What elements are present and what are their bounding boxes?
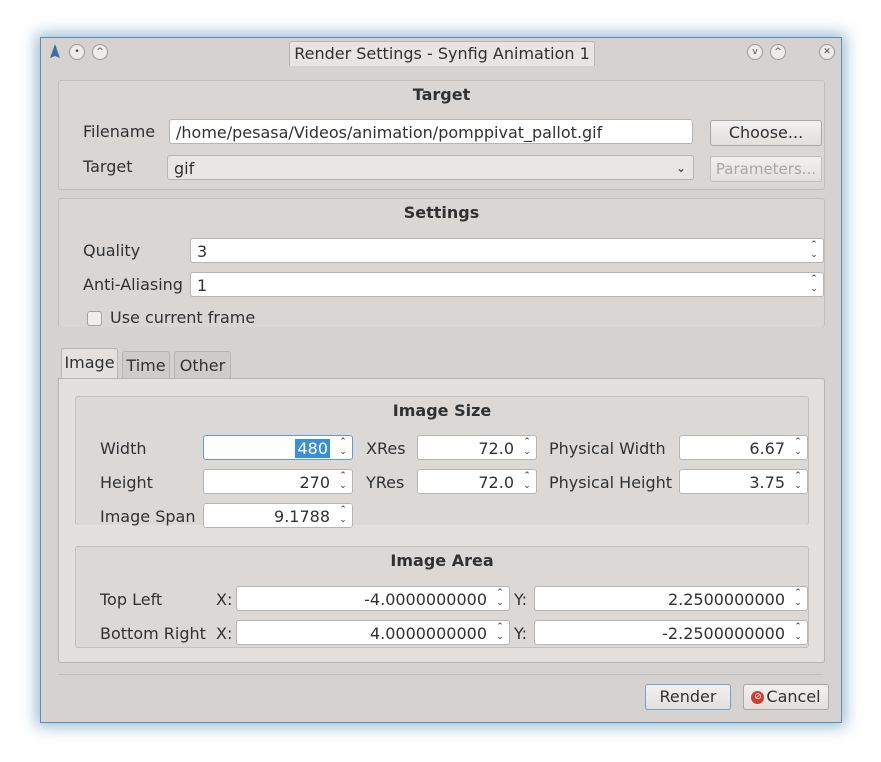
width-spinbox[interactable]: 480 ⌃ ⌄ — [203, 435, 353, 460]
window-title: Render Settings - Synfig Animation 1 — [289, 41, 595, 66]
spin-arrows-icon[interactable]: ⌃ ⌄ — [522, 437, 532, 459]
spin-arrows-icon[interactable]: ⌃ ⌄ — [338, 471, 348, 493]
spin-arrows-icon[interactable]: ⌃ ⌄ — [522, 471, 532, 493]
spin-arrows-icon[interactable]: ⌃ ⌄ — [793, 471, 803, 493]
yres-value: 72.0 — [478, 473, 514, 492]
footer-divider — [58, 674, 823, 675]
phys-width-spinbox[interactable]: 6.67 ⌃ ⌄ — [679, 435, 808, 460]
spin-arrows-icon[interactable]: ⌃ ⌄ — [809, 274, 819, 296]
settings-section-title: Settings — [403, 203, 480, 222]
top-left-y-value: 2.2500000000 — [667, 590, 785, 609]
spin-arrows-icon[interactable]: ⌃ ⌄ — [338, 505, 348, 527]
render-settings-dialog: • ^ Render Settings - Synfig Animation 1… — [40, 37, 842, 723]
top-left-x-label: X: — [216, 590, 233, 609]
tab-content: Image Size Width 480 ⌃ ⌄ XRes 72.0 ⌃ ⌄ Phy… — [58, 378, 825, 663]
image-area-panel: Image Area Top Left X: -4.0000000000 ⌃ ⌄ … — [75, 546, 809, 648]
height-label: Height — [100, 473, 153, 492]
app-icon[interactable] — [49, 44, 61, 60]
tab-other[interactable]: Other — [174, 351, 231, 379]
phys-height-spinbox[interactable]: 3.75 ⌃ ⌄ — [679, 469, 808, 494]
yres-spinbox[interactable]: 72.0 ⌃ ⌄ — [417, 469, 537, 494]
bottom-right-y-spinbox[interactable]: -2.2500000000 ⌃ ⌄ — [534, 620, 808, 645]
phys-height-value: 3.75 — [749, 473, 785, 492]
spin-arrows-icon[interactable]: ⌃ ⌄ — [793, 588, 803, 610]
image-span-value: 9.1788 — [274, 507, 330, 526]
bottom-right-y-label: Y: — [514, 624, 528, 643]
filename-label: Filename — [83, 122, 155, 141]
bottom-right-x-spinbox[interactable]: 4.0000000000 ⌃ ⌄ — [236, 620, 510, 645]
image-span-label: Image Span — [100, 507, 196, 526]
phys-height-label: Physical Height — [549, 473, 673, 492]
target-select-value: gif — [174, 159, 195, 178]
title-bar: • ^ Render Settings - Synfig Animation 1… — [41, 38, 841, 66]
choose-button[interactable]: Choose... — [710, 120, 822, 146]
image-size-title: Image Size — [392, 401, 492, 420]
top-left-y-spinbox[interactable]: 2.2500000000 ⌃ ⌄ — [534, 586, 808, 611]
antialiasing-value: 1 — [197, 276, 208, 295]
filename-input[interactable]: /home/pesasa/Videos/animation/pomppivat_… — [169, 119, 693, 144]
image-area-title: Image Area — [390, 551, 494, 570]
bottom-right-x-label: X: — [216, 624, 233, 643]
quality-label: Quality — [83, 241, 141, 260]
spin-arrows-icon[interactable]: ⌃ ⌄ — [338, 437, 348, 459]
use-current-frame-label[interactable]: Use current frame — [110, 308, 255, 327]
top-left-y-label: Y: — [514, 590, 528, 609]
render-button[interactable]: Render — [645, 684, 731, 710]
phys-width-value: 6.67 — [749, 439, 785, 458]
top-left-x-spinbox[interactable]: -4.0000000000 ⌃ ⌄ — [236, 586, 510, 611]
filename-label-text: Filename — [83, 122, 156, 141]
antialiasing-label: Anti-Aliasing — [83, 275, 183, 294]
bottom-right-y-value: -2.2500000000 — [662, 624, 785, 643]
bottom-right-label: Bottom Right — [100, 624, 206, 643]
target-section-title: Target — [412, 85, 471, 104]
target-panel: Target Filename /home/pesasa/Videos/anim… — [58, 80, 825, 190]
use-current-frame-checkbox[interactable] — [87, 311, 102, 326]
settings-panel: Settings Quality 3 ⌃ ⌄ Anti-Aliasing 1 ⌃ ⌄… — [58, 198, 825, 327]
parameters-button[interactable]: Parameters... — [710, 156, 822, 182]
spin-arrows-icon[interactable]: ⌃ ⌄ — [809, 240, 819, 262]
image-span-spinbox[interactable]: 9.1788 ⌃ ⌄ — [203, 503, 353, 528]
phys-width-label: Physical Width — [549, 439, 666, 458]
tab-image[interactable]: Image — [61, 348, 118, 379]
target-label-text: Target — [83, 157, 133, 176]
cancel-icon: ⊘ — [751, 691, 765, 704]
xres-label: XRes — [366, 439, 406, 458]
menu-icon[interactable]: • — [69, 44, 85, 60]
cancel-label: Cancel — [766, 687, 821, 706]
top-left-x-value: -4.0000000000 — [364, 590, 487, 609]
antialiasing-spinbox[interactable]: 1 ⌃ ⌄ — [190, 272, 824, 297]
keep-above-icon[interactable]: ^ — [92, 44, 108, 60]
xres-value: 72.0 — [478, 439, 514, 458]
top-left-label: Top Left — [100, 590, 163, 609]
spin-arrows-icon[interactable]: ⌃ ⌄ — [793, 437, 803, 459]
maximize-icon[interactable]: ^ — [770, 44, 786, 60]
quality-spinbox[interactable]: 3 ⌃ ⌄ — [190, 238, 824, 263]
image-size-panel: Image Size Width 480 ⌃ ⌄ XRes 72.0 ⌃ ⌄ Phy… — [75, 396, 809, 528]
height-value: 270 — [299, 473, 330, 492]
spin-arrows-icon[interactable]: ⌃ ⌄ — [793, 622, 803, 644]
tab-time[interactable]: Time — [122, 351, 170, 379]
quality-value: 3 — [197, 242, 208, 261]
minimize-icon[interactable]: v — [747, 44, 763, 60]
xres-spinbox[interactable]: 72.0 ⌃ ⌄ — [417, 435, 537, 460]
cancel-button[interactable]: ⊘ Cancel — [743, 684, 829, 710]
bottom-right-x-value: 4.0000000000 — [369, 624, 487, 643]
yres-label: YRes — [366, 473, 405, 492]
target-label: Target — [83, 157, 133, 176]
close-icon[interactable]: ✕ — [819, 44, 835, 60]
height-spinbox[interactable]: 270 ⌃ ⌄ — [203, 469, 353, 494]
width-label: Width — [100, 439, 147, 458]
chevron-down-icon: ⌄ — [675, 161, 686, 175]
target-select[interactable]: gif ⌄ — [167, 155, 694, 180]
width-value: 480 — [295, 439, 330, 458]
spin-arrows-icon[interactable]: ⌃ ⌄ — [495, 622, 505, 644]
spin-arrows-icon[interactable]: ⌃ ⌄ — [495, 588, 505, 610]
